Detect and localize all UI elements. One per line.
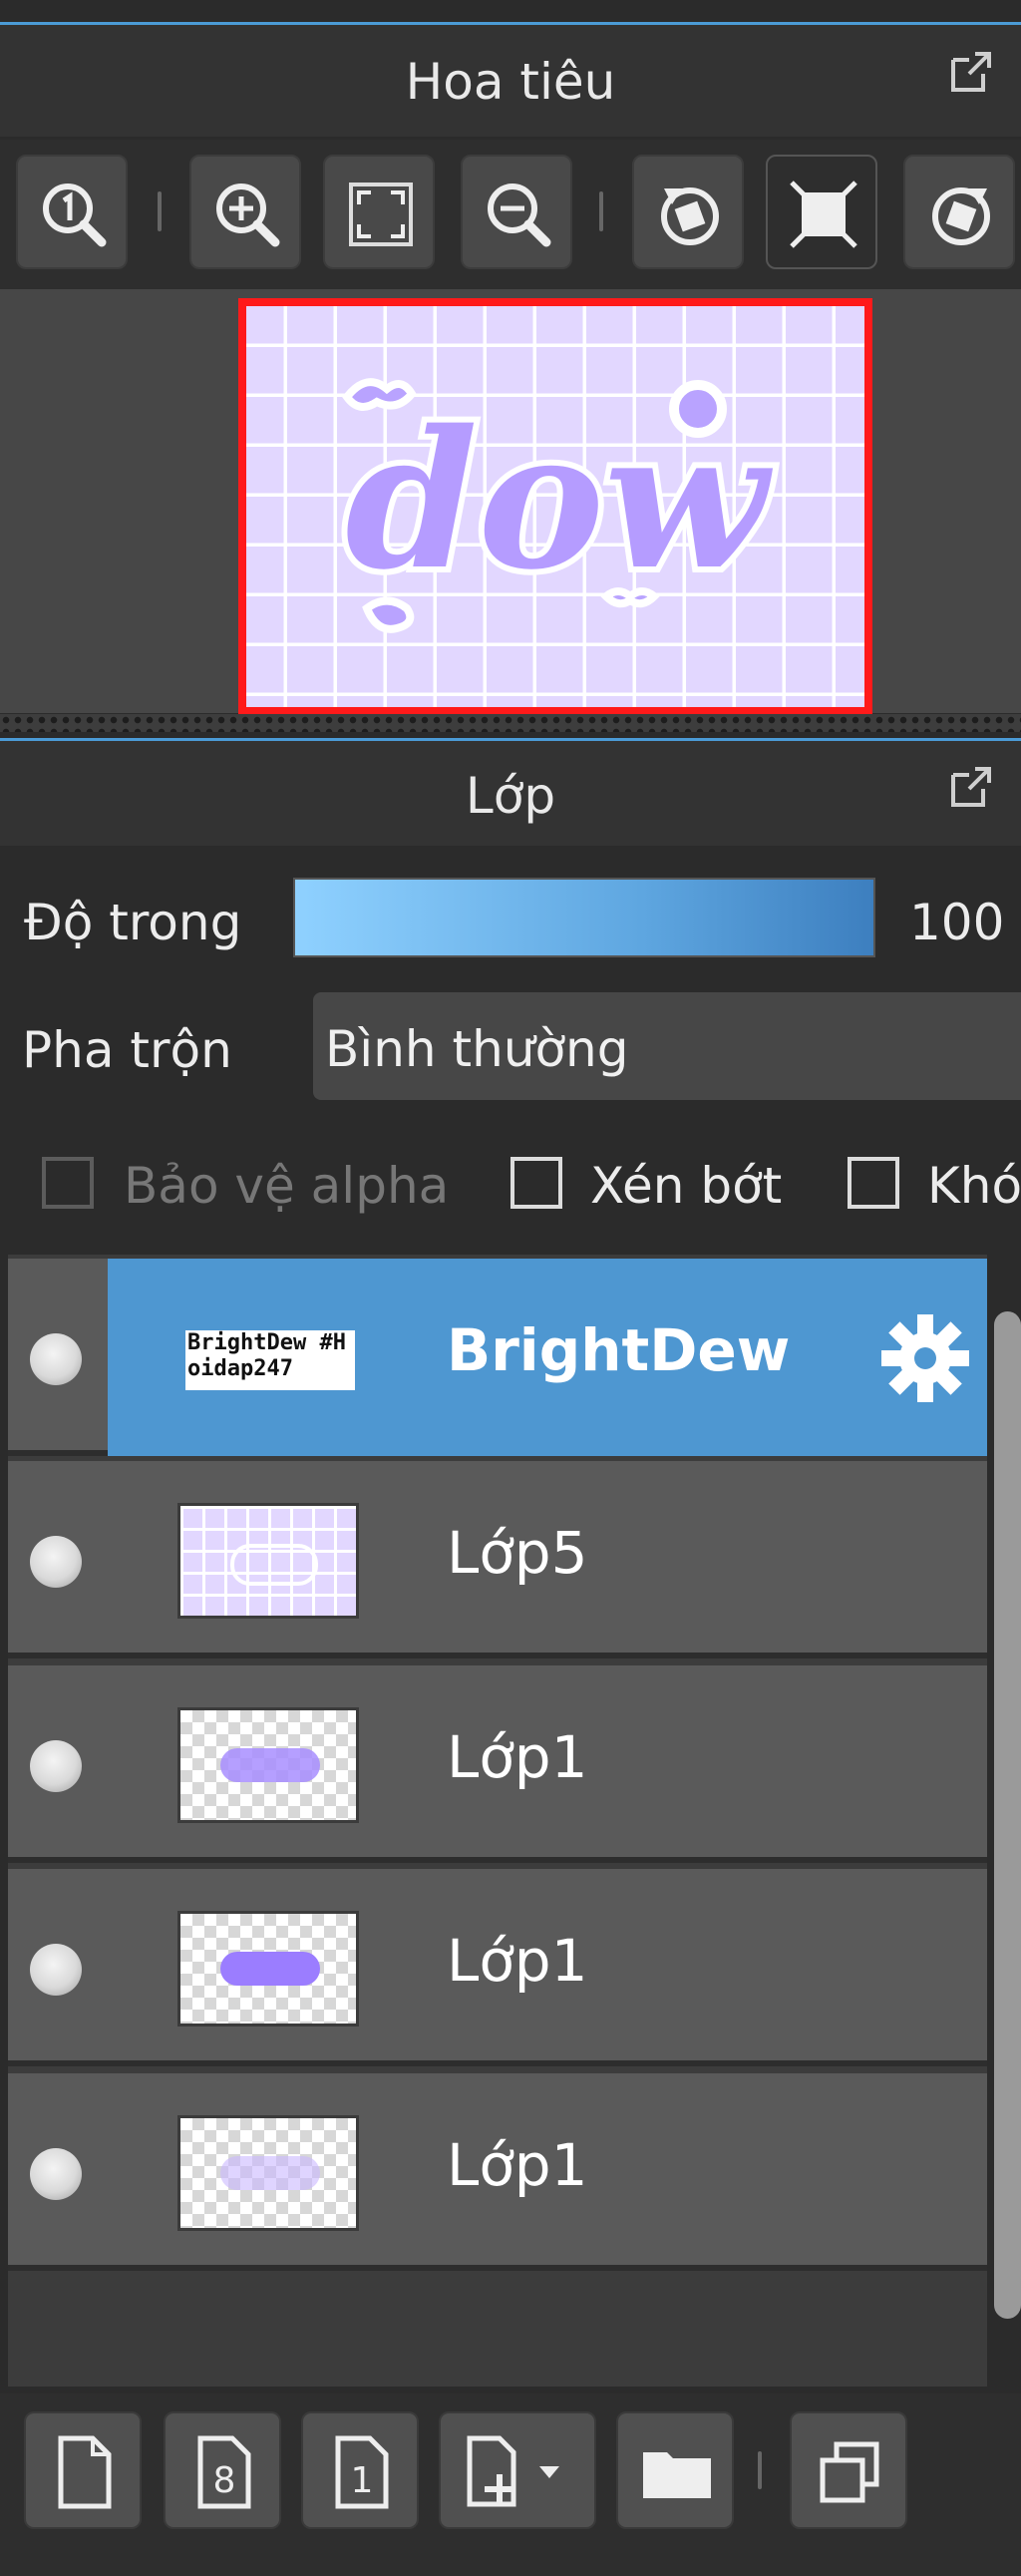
fit-window-icon bbox=[349, 183, 413, 246]
layer-name[interactable]: Lớp1 bbox=[447, 2131, 588, 2199]
zoom-in-button[interactable] bbox=[189, 155, 301, 269]
page-8-icon: 8 bbox=[197, 2435, 251, 2509]
visibility-toggle-icon[interactable] bbox=[30, 1333, 82, 1385]
rotate-left-icon bbox=[661, 187, 719, 245]
popout-icon[interactable] bbox=[947, 765, 993, 811]
duplicate-icon bbox=[820, 2441, 879, 2503]
add-page-dropdown-icon bbox=[467, 2435, 559, 2507]
layer-row[interactable]: BrightDew #Hoidap247 BrightDew bbox=[8, 1259, 987, 1456]
panel-splitter[interactable] bbox=[0, 714, 1021, 732]
blend-label: Pha trộn bbox=[22, 1021, 232, 1079]
zoom-in-icon bbox=[216, 184, 280, 247]
thumbnail-text: BrightDew #Hoidap247 bbox=[187, 1330, 346, 1381]
layer-thumbnail bbox=[177, 2115, 359, 2231]
layer-name[interactable]: Lớp1 bbox=[447, 1723, 588, 1791]
new-folder-button[interactable] bbox=[616, 2411, 734, 2529]
navigator-header: Hoa tiêu bbox=[0, 25, 1021, 137]
alpha-protect-label: Bảo vệ alpha bbox=[124, 1157, 450, 1215]
zoom-actual-size-button[interactable] bbox=[16, 155, 128, 269]
layer-name[interactable]: Lớp1 bbox=[447, 1927, 588, 1995]
layer-thumbnail bbox=[177, 1707, 359, 1823]
clipping-checkbox[interactable] bbox=[510, 1157, 562, 1209]
canvas-preview[interactable]: dow bbox=[237, 297, 873, 716]
navigator-preview-area[interactable]: dow bbox=[0, 289, 1021, 716]
layer-row[interactable]: Lớp1 bbox=[8, 1869, 987, 2066]
layers-header: Lớp bbox=[0, 741, 1021, 846]
toolbar-separator bbox=[599, 191, 603, 231]
preview-text: dow bbox=[345, 389, 774, 611]
clipping-label: Xén bớt bbox=[590, 1157, 783, 1215]
new-layer-8bit-button[interactable]: 8 bbox=[164, 2411, 281, 2529]
layers-title: Lớp bbox=[465, 767, 556, 825]
fullscreen-icon bbox=[790, 181, 857, 248]
add-layer-menu-button[interactable] bbox=[439, 2411, 596, 2529]
lock-checkbox[interactable] bbox=[848, 1157, 899, 1209]
opacity-label: Độ trong bbox=[24, 894, 242, 951]
blend-mode-value: Bình thường bbox=[325, 1020, 629, 1078]
new-page-icon bbox=[58, 2435, 112, 2509]
svg-text:1: 1 bbox=[351, 2460, 374, 2501]
folder-icon bbox=[643, 2452, 711, 2498]
layer-thumbnail bbox=[177, 1503, 359, 1619]
new-layer-1bit-button[interactable]: 1 bbox=[301, 2411, 419, 2529]
blend-mode-select[interactable]: Bình thường bbox=[313, 992, 1021, 1100]
rotate-right-icon bbox=[932, 187, 990, 245]
visibility-toggle-icon[interactable] bbox=[30, 2148, 82, 2200]
alpha-protect-checkbox bbox=[42, 1157, 94, 1209]
layer-thumbnail bbox=[177, 1911, 359, 2026]
zoom-out-icon bbox=[488, 184, 551, 247]
duplicate-layer-button[interactable] bbox=[790, 2411, 907, 2529]
layer-name[interactable]: Lớp5 bbox=[447, 1519, 588, 1587]
visibility-toggle-icon[interactable] bbox=[30, 1944, 82, 1996]
popout-icon[interactable] bbox=[947, 50, 993, 96]
layer-name[interactable]: BrightDew bbox=[447, 1316, 790, 1384]
opacity-slider[interactable] bbox=[293, 878, 875, 957]
fullscreen-button[interactable] bbox=[766, 155, 877, 269]
gear-icon[interactable] bbox=[877, 1310, 973, 1406]
visibility-toggle-icon[interactable] bbox=[30, 1536, 82, 1588]
toolbar-separator bbox=[758, 2451, 762, 2489]
layer-row[interactable]: Lớp1 bbox=[8, 1665, 987, 1863]
rotate-right-button[interactable] bbox=[903, 155, 1015, 269]
rotate-left-button[interactable] bbox=[632, 155, 744, 269]
layer-thumbnail: BrightDew #Hoidap247 bbox=[177, 1300, 359, 1416]
svg-text:8: 8 bbox=[213, 2460, 236, 2501]
toolbar-separator bbox=[158, 191, 162, 231]
page-1-icon: 1 bbox=[335, 2435, 389, 2509]
new-layer-button[interactable] bbox=[24, 2411, 142, 2529]
layer-row[interactable]: Lớp1 bbox=[8, 2073, 987, 2271]
lock-label: Khó bbox=[927, 1157, 1021, 1215]
navigator-title: Hoa tiêu bbox=[405, 53, 616, 111]
fit-to-window-button[interactable] bbox=[323, 155, 435, 269]
visibility-toggle-icon[interactable] bbox=[30, 1740, 82, 1792]
zoom-out-button[interactable] bbox=[461, 155, 572, 269]
zoom-1-icon bbox=[43, 184, 107, 247]
layer-row[interactable]: Lớp5 bbox=[8, 1461, 987, 1658]
layers-scrollbar[interactable] bbox=[994, 1311, 1021, 2319]
opacity-value: 100 bbox=[909, 894, 1005, 951]
